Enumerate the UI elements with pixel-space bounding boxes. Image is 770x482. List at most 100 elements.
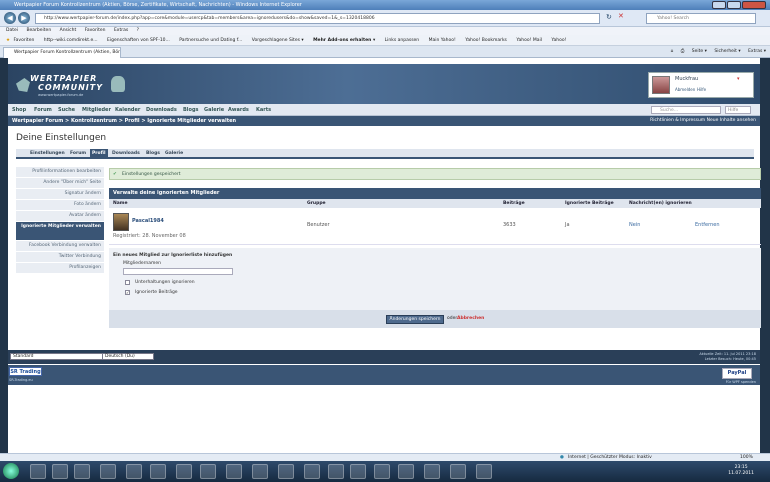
paypal-donate-button[interactable]: PayPal <box>722 368 752 379</box>
menu-item[interactable]: Datei <box>6 28 18 33</box>
maximize-button[interactable] <box>727 1 741 9</box>
app-icon[interactable] <box>176 464 192 479</box>
zoom-level[interactable]: 100% <box>740 454 753 461</box>
sidebar-item[interactable]: Twitter Verbindung <box>16 252 104 262</box>
app-icon[interactable] <box>252 464 268 479</box>
back-icon[interactable]: ◀ <box>4 12 16 24</box>
tool-extras[interactable]: Extras ▾ <box>748 49 766 54</box>
app-icon[interactable] <box>374 464 390 479</box>
fav-item[interactable]: Yahoo! <box>551 38 566 43</box>
tab-settings[interactable]: Einstellungen <box>28 149 67 159</box>
nav-downloads[interactable]: Downloads <box>146 104 177 116</box>
nav-karts[interactable]: Karts <box>256 104 271 116</box>
fav-item[interactable]: Partnersuche und Dating f... <box>179 38 242 43</box>
member-name[interactable]: Pascal1984 <box>132 218 164 224</box>
nav-shop[interactable]: Shop <box>12 104 26 116</box>
sidebar-item[interactable]: Avatar ändern <box>16 211 104 221</box>
minimize-button[interactable] <box>712 1 726 9</box>
fav-item[interactable]: Links anpassen <box>385 38 420 43</box>
app-icon[interactable] <box>476 464 492 479</box>
menu-item[interactable]: ? <box>137 28 139 33</box>
tab-gallery[interactable]: Galerie <box>163 149 185 159</box>
browser-tab[interactable]: Wertpapier Forum Kontrollzentrum (Aktien… <box>3 47 121 58</box>
fav-item[interactable]: Eigenschaften von SPF-10... <box>107 38 170 43</box>
app-icon[interactable] <box>126 464 142 479</box>
tab-downloads[interactable]: Downloads <box>110 149 142 159</box>
menu-item[interactable]: Favoriten <box>85 28 106 33</box>
nav-gallery[interactable]: Galerie <box>204 104 224 116</box>
site-search-input[interactable]: Suche... <box>651 106 721 114</box>
member-avatar[interactable] <box>113 213 129 231</box>
sidebar-item[interactable]: Profilanzeigen <box>16 263 104 273</box>
ignore-posts-checkbox[interactable]: ✓ <box>125 290 130 295</box>
fav-item[interactable]: Mehr Add-ons erhalten ▾ <box>313 38 375 43</box>
avatar[interactable] <box>652 76 670 94</box>
app-icon[interactable] <box>150 464 166 479</box>
stop-icon[interactable]: ✕ <box>618 12 624 20</box>
sr-trading-sub[interactable]: SR-Trading.eu <box>9 378 33 382</box>
app-icon[interactable] <box>200 464 216 479</box>
nav-members[interactable]: Mitglieder <box>82 104 111 116</box>
crumb-links[interactable]: Richtlinien & Impressum Neue Inhalte ans… <box>650 116 756 126</box>
chevron-down-icon[interactable]: ▾ <box>737 76 740 82</box>
sidebar-item[interactable]: Signatur ändern <box>16 189 104 199</box>
search-input[interactable]: Yahoo! Search <box>646 13 756 24</box>
app-icon[interactable] <box>450 464 466 479</box>
refresh-icon[interactable]: ↻ <box>606 13 612 21</box>
app-icon[interactable] <box>398 464 414 479</box>
search-scope[interactable]: Hilfe <box>725 106 751 114</box>
menu-item[interactable]: Ansicht <box>60 28 77 33</box>
cancel-link[interactable]: Abbrechen <box>457 316 484 321</box>
nav-blogs[interactable]: Blogs <box>183 104 199 116</box>
url-input[interactable]: http://www.wertpapier-forum.de/index.php… <box>35 13 600 24</box>
fav-item[interactable]: Favoriten <box>13 38 34 43</box>
nav-awards[interactable]: Awards <box>228 104 249 116</box>
home-icon[interactable]: ⌂ <box>670 49 673 54</box>
fav-item[interactable]: http--wiki.comdirekt.e... <box>44 38 98 43</box>
app-icon[interactable] <box>328 464 344 479</box>
member-name-input[interactable] <box>123 268 233 275</box>
clock[interactable]: 23:15 11.07.2011 <box>728 465 754 477</box>
skype-icon[interactable] <box>304 464 320 479</box>
app-icon[interactable] <box>350 464 366 479</box>
breadcrumb-path[interactable]: Wertpapier Forum > Kontrollzentrum > Pro… <box>12 118 236 124</box>
folder-icon[interactable] <box>100 464 116 479</box>
tab-profile[interactable]: Profil <box>90 149 108 159</box>
media-icon[interactable] <box>74 464 90 479</box>
skin-select[interactable]: Standard <box>10 353 103 360</box>
sidebar-item[interactable]: Andere "Über mich" Seite <box>16 178 104 188</box>
sidebar-item-active[interactable]: Ignorierte Mitglieder verwalten <box>16 222 104 240</box>
remove-link[interactable]: Entfernen <box>695 222 720 228</box>
app-icon[interactable] <box>226 464 242 479</box>
member-ignore-msgs[interactable]: Nein <box>629 222 640 228</box>
sidebar-item[interactable]: Profilinformationen bearbeiten <box>16 167 104 177</box>
sidebar-item[interactable]: Foto ändern <box>16 200 104 210</box>
save-button[interactable]: Änderungen speichern <box>386 315 444 324</box>
close-button[interactable] <box>742 1 766 9</box>
tab-blogs[interactable]: Blogs <box>144 149 162 159</box>
print-icon[interactable]: ⎙ <box>681 49 685 54</box>
menu-item[interactable]: Extras <box>114 28 128 33</box>
site-logo[interactable]: WERTPAPIER COMMUNITY www.wertpapier-foru… <box>16 72 126 100</box>
nav-forum[interactable]: Forum <box>34 104 52 116</box>
fav-item[interactable]: Yahoo! Bookmarks <box>465 38 507 43</box>
sr-trading-logo[interactable]: SR Trading <box>9 367 42 376</box>
ie-icon[interactable] <box>30 464 46 479</box>
menu-item[interactable]: Bearbeiten <box>26 28 51 33</box>
help-link[interactable]: Hilfe <box>697 87 706 92</box>
sidebar-item[interactable]: Facebook Verbindung verwalten <box>16 241 104 251</box>
username[interactable]: Muckfrau <box>675 76 698 82</box>
fav-item[interactable]: Main Yahoo! <box>429 38 456 43</box>
nav-search[interactable]: Suche <box>58 104 75 116</box>
logout-link[interactable]: Abmelden <box>675 87 695 92</box>
nav-calendar[interactable]: Kalender <box>115 104 140 116</box>
tool-security[interactable]: Sicherheit ▾ <box>714 49 740 54</box>
tab-forum[interactable]: Forum <box>68 149 88 159</box>
explorer-icon[interactable] <box>52 464 68 479</box>
app-icon[interactable] <box>424 464 440 479</box>
fav-item[interactable]: Vorgeschlagene Sites ▾ <box>252 38 304 43</box>
app-icon[interactable] <box>278 464 294 479</box>
forward-icon[interactable]: ▶ <box>18 12 30 24</box>
fav-item[interactable]: Yahoo! Mail <box>516 38 542 43</box>
start-button[interactable] <box>3 463 19 479</box>
